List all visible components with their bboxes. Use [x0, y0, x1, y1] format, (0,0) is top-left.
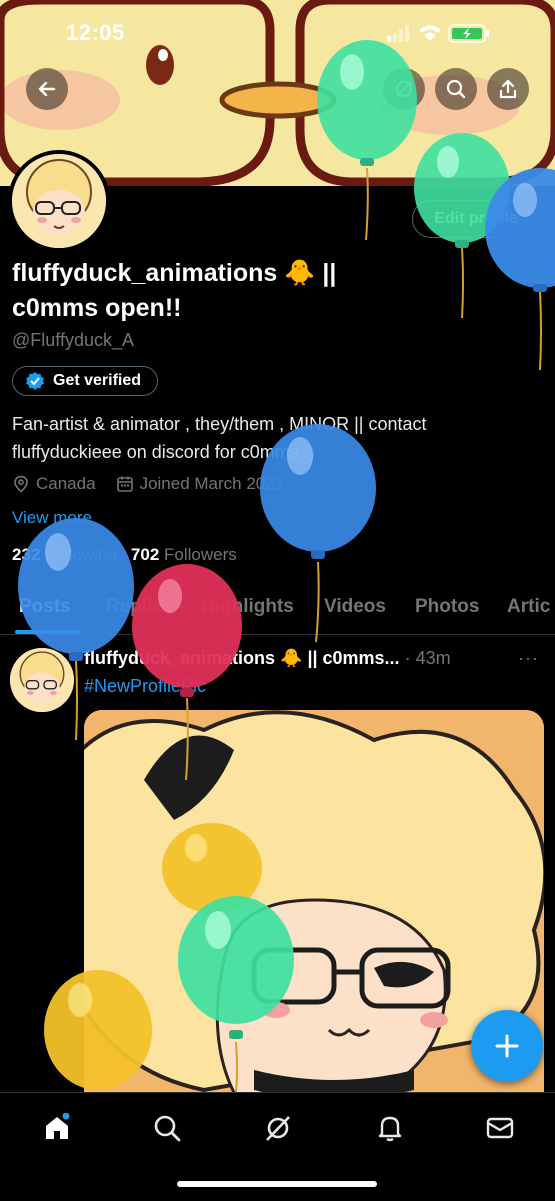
post-more-button[interactable]: ···: [518, 648, 539, 669]
location-item: Canada: [12, 474, 96, 494]
tab-replies[interactable]: Replies: [106, 596, 174, 618]
profile-tabs: Posts Replies Highlights Videos Photos A…: [0, 590, 555, 635]
get-verified-label: Get verified: [53, 372, 142, 389]
grok-icon[interactable]: [263, 1113, 293, 1143]
share-button[interactable]: [487, 68, 529, 110]
mail-icon[interactable]: [485, 1113, 515, 1143]
status-icons: [387, 22, 497, 49]
home-indicator: [177, 1181, 377, 1187]
home-icon[interactable]: [42, 1113, 72, 1143]
status-time: 12:05: [66, 20, 125, 45]
location-pin-icon: [14, 475, 28, 493]
post-hashtag[interactable]: #NewProfilePic: [84, 676, 206, 697]
tab-articles[interactable]: Artic: [507, 596, 550, 618]
get-verified-button[interactable]: Get verified: [12, 366, 159, 396]
calendar-icon: [116, 476, 133, 492]
followers-count: 702: [130, 545, 160, 564]
active-tab-indicator: [15, 630, 81, 634]
bell-icon[interactable]: [375, 1113, 405, 1143]
status-bar: 12:05: [0, 0, 555, 60]
blue-balloon: [485, 168, 555, 371]
location-text: Canada: [36, 474, 96, 493]
tab-posts[interactable]: Posts: [19, 596, 71, 618]
grok-icon: [396, 81, 412, 97]
followers-label: Followers: [164, 545, 237, 564]
compose-button[interactable]: [471, 1010, 543, 1082]
follow-stats: 232 Following 702 Followers: [12, 545, 237, 565]
tab-highlights[interactable]: Highlights: [201, 596, 294, 618]
following-count: 232: [12, 545, 41, 564]
search-icon[interactable]: [152, 1113, 182, 1143]
grok-button[interactable]: [383, 68, 425, 110]
view-more-link[interactable]: View more: [12, 508, 92, 528]
joined-item: Joined March 2021: [116, 474, 285, 494]
search-button[interactable]: [435, 68, 477, 110]
following-label: Following: [45, 545, 117, 564]
tab-videos[interactable]: Videos: [324, 596, 386, 618]
profile-bio: Fan-artist & animator , they/them , MINO…: [12, 414, 427, 462]
back-button[interactable]: [26, 68, 68, 110]
user-handle: @Fluffyduck_A: [12, 330, 134, 350]
post-author[interactable]: fluffyduck_animations 🐥 || c0mms...: [84, 648, 400, 668]
back-arrow-icon: [38, 81, 56, 97]
post-avatar[interactable]: [10, 648, 74, 712]
profile-avatar[interactable]: [8, 150, 110, 252]
edit-profile-button[interactable]: Edit profile: [412, 200, 540, 238]
profile-meta: Canada Joined March 2021: [12, 474, 284, 494]
plus-icon: [495, 1034, 519, 1058]
followers-link[interactable]: 702 Followers: [131, 545, 237, 565]
tab-photos[interactable]: Photos: [415, 596, 479, 618]
verified-badge-icon: [26, 372, 44, 390]
display-name: fluffyduck_animations 🐥 || c0mms open!!: [12, 259, 337, 322]
search-icon: [446, 79, 466, 99]
post-time: · 43m: [404, 648, 451, 668]
post-header: fluffyduck_animations 🐥 || c0mms... · 43…: [84, 648, 504, 669]
joined-text: Joined March 2021: [139, 474, 285, 493]
share-icon: [499, 79, 517, 99]
following-link[interactable]: 232 Following: [12, 545, 117, 565]
